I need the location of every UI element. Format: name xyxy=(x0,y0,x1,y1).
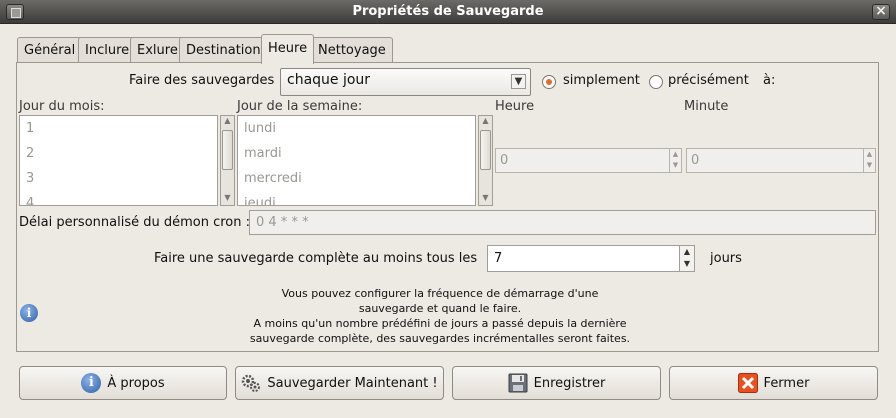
tab-general[interactable]: Général xyxy=(17,37,83,63)
frequency-combo[interactable]: chaque jour ▼ xyxy=(280,68,531,96)
list-item[interactable]: 1 xyxy=(26,121,34,136)
minute-header: Minute xyxy=(684,99,729,114)
save-button-label: Enregistrer xyxy=(533,375,606,391)
day-of-week-scrollbar[interactable]: ▲ ▼ xyxy=(478,115,493,206)
close-window-button[interactable] xyxy=(872,3,890,20)
frequency-value: chaque jour xyxy=(287,72,371,88)
full-backup-days-input[interactable]: 7 xyxy=(487,245,695,272)
radio-precisement-label: précisément xyxy=(668,73,749,88)
full-backup-days-value: 7 xyxy=(494,251,503,266)
scroll-down-icon[interactable]: ▼ xyxy=(221,193,234,205)
gears-icon xyxy=(241,373,261,393)
chevron-down-icon: ▼ xyxy=(511,74,526,89)
window-title: Propriétés de Sauvegarde xyxy=(352,4,544,19)
info-line: sauvegarde complète, des sauvegardes inc… xyxy=(249,332,631,345)
save-button[interactable]: Enregistrer xyxy=(452,366,661,400)
scrollbar-thumb[interactable] xyxy=(222,130,233,170)
spin-arrows-icon[interactable]: ▲ ▼ xyxy=(669,149,681,172)
minute-value: 0 xyxy=(691,153,700,168)
hour-value: 0 xyxy=(500,153,509,168)
backup-now-button-label: Sauvegarder Maintenant ! xyxy=(267,375,438,391)
frequency-label: Faire des sauvegardes xyxy=(129,73,275,88)
info-line: Vous pouvez configurer la fréquence de d… xyxy=(281,287,599,300)
minute-spinner[interactable]: 0 ▲ ▼ xyxy=(686,148,876,173)
tab-heure[interactable]: Heure xyxy=(261,34,315,64)
spin-arrows-icon[interactable]: ▲ ▼ xyxy=(863,149,875,172)
hour-spinner[interactable]: 0 ▲ ▼ xyxy=(495,148,682,173)
list-item[interactable]: mardi xyxy=(244,146,282,161)
info-line: sauvegarde et quand le faire. xyxy=(358,302,522,315)
list-item[interactable]: 4 xyxy=(26,196,34,205)
info-icon: i xyxy=(81,373,102,393)
radio-precisement[interactable] xyxy=(649,75,663,89)
days-unit-label: jours xyxy=(710,251,742,266)
list-item[interactable]: 2 xyxy=(26,146,34,161)
scroll-down-icon[interactable]: ▼ xyxy=(479,193,492,205)
floppy-disk-icon xyxy=(508,373,528,393)
list-item[interactable]: 3 xyxy=(26,171,34,186)
about-button-label: À propos xyxy=(107,375,165,391)
days-stepper-arrows[interactable]: ▲ ▼ xyxy=(679,246,694,271)
tab-nettoyage[interactable]: Nettoyage xyxy=(311,37,393,63)
close-button-label: Fermer xyxy=(763,375,810,391)
day-of-month-scrollbar[interactable]: ▲ ▼ xyxy=(220,115,235,206)
info-icon: i xyxy=(20,304,38,322)
day-of-month-list[interactable]: 1 2 3 4 xyxy=(19,115,218,206)
tab-destination[interactable]: Destination xyxy=(179,37,268,63)
day-of-month-header: Jour du mois: xyxy=(19,99,105,114)
at-label: à: xyxy=(763,73,776,88)
cron-field[interactable]: 0 4 * * * xyxy=(249,210,876,235)
list-item[interactable]: mercredi xyxy=(244,171,302,186)
backup-now-button[interactable]: Sauvegarder Maintenant ! xyxy=(235,366,444,400)
close-button[interactable]: Fermer xyxy=(669,366,878,400)
about-button[interactable]: i À propos xyxy=(19,366,227,400)
tab-exlure[interactable]: Exlure xyxy=(130,37,185,63)
scroll-up-icon[interactable]: ▲ xyxy=(479,116,492,128)
day-of-week-header: Jour de la semaine: xyxy=(237,99,363,114)
hour-header: Heure xyxy=(495,99,535,114)
tab-inclure[interactable]: Inclure xyxy=(78,37,137,63)
info-text: Vous pouvez configurer la fréquence de d… xyxy=(220,286,660,346)
list-item[interactable]: lundi xyxy=(244,121,276,136)
list-item[interactable]: jeudi xyxy=(244,196,276,205)
close-icon xyxy=(737,373,758,393)
cron-label: Délai personnalisé du démon cron : xyxy=(19,215,250,230)
full-backup-label: Faire une sauvegarde complète au moins t… xyxy=(154,251,478,266)
day-of-week-list[interactable]: lundi mardi mercredi jeudi xyxy=(237,115,476,206)
radio-simplement-label: simplement xyxy=(563,73,640,88)
scroll-up-icon[interactable]: ▲ xyxy=(221,116,234,128)
info-line: A moins qu'un nombre prédéfini de jours … xyxy=(253,317,627,330)
radio-simplement[interactable] xyxy=(542,75,556,89)
scrollbar-thumb[interactable] xyxy=(480,130,491,170)
